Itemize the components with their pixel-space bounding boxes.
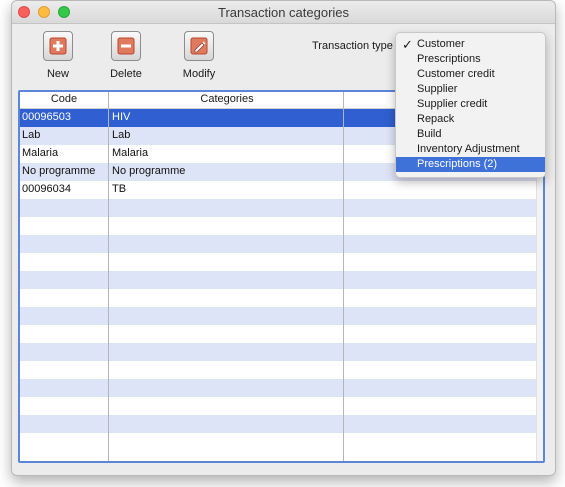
table-row[interactable] — [20, 217, 543, 235]
menu-item[interactable]: Prescriptions (2) — [396, 157, 545, 172]
table-row[interactable] — [20, 271, 543, 289]
modify-button-box[interactable] — [184, 31, 214, 61]
new-button-label: New — [46, 68, 69, 80]
code-cell: 00096503 — [22, 111, 71, 123]
plus-icon — [49, 37, 67, 55]
title-bar[interactable]: Transaction categories — [12, 1, 555, 24]
menu-item-label: Inventory Adjustment — [417, 143, 520, 155]
menu-item[interactable]: ✓ Customer — [396, 37, 545, 52]
category-cell: Malaria — [112, 147, 149, 159]
checkmark-icon: ✓ — [402, 37, 413, 52]
table-row[interactable] — [20, 343, 543, 361]
menu-item[interactable]: Prescriptions — [396, 52, 545, 67]
code-cell: 00096034 — [22, 183, 71, 195]
menu-item-label: Customer — [417, 38, 465, 50]
delete-button-box[interactable] — [111, 31, 141, 61]
category-cell: No programme — [112, 165, 186, 177]
new-button[interactable]: New — [28, 31, 88, 80]
menu-item[interactable]: Build — [396, 127, 545, 142]
table-row[interactable]: 00096034 TB — [20, 181, 543, 199]
table-row[interactable] — [20, 433, 543, 451]
modify-button-label: Modify — [182, 68, 216, 80]
menu-item[interactable]: Customer credit — [396, 67, 545, 82]
menu-item-label: Supplier — [417, 83, 458, 95]
column-divider — [343, 92, 344, 461]
menu-item[interactable]: Repack — [396, 112, 545, 127]
table-row[interactable] — [20, 325, 543, 343]
table-row[interactable] — [20, 307, 543, 325]
pencil-icon — [190, 37, 208, 55]
menu-item-label: Build — [417, 128, 442, 140]
column-header-categories[interactable]: Categories — [110, 93, 344, 105]
menu-item[interactable]: Inventory Adjustment — [396, 142, 545, 157]
delete-button-label: Delete — [110, 68, 142, 80]
minus-icon — [117, 37, 135, 55]
code-cell: Lab — [22, 129, 41, 141]
delete-button[interactable]: Delete — [96, 31, 156, 80]
menu-item[interactable]: Supplier credit — [396, 97, 545, 112]
table-row[interactable] — [20, 379, 543, 397]
table-row[interactable] — [20, 289, 543, 307]
table-row[interactable] — [20, 361, 543, 379]
menu-item-label: Repack — [417, 113, 455, 125]
table-row[interactable] — [20, 397, 543, 415]
category-cell: Lab — [112, 129, 131, 141]
transaction-type-menu[interactable]: ✓ Customer Prescriptions Customer credit Sup… — [395, 32, 546, 178]
modify-button[interactable]: Modify — [169, 31, 229, 80]
menu-item-label: Prescriptions — [417, 53, 481, 65]
table-row[interactable] — [20, 235, 543, 253]
menu-item-label: Prescriptions (2) — [417, 158, 498, 170]
menu-item[interactable]: Supplier — [396, 82, 545, 97]
window-title: Transaction categories — [217, 5, 350, 20]
table-row[interactable] — [20, 415, 543, 433]
code-cell: Malaria — [22, 147, 59, 159]
menu-item-label: Customer credit — [417, 68, 495, 80]
column-divider — [108, 92, 109, 461]
new-button-box[interactable] — [43, 31, 73, 61]
column-header-code[interactable]: Code — [20, 93, 108, 105]
category-cell: TB — [112, 183, 127, 195]
table-row[interactable] — [20, 253, 543, 271]
table-row[interactable] — [20, 199, 543, 217]
category-cell: HIV — [112, 111, 131, 123]
code-cell: No programme — [22, 165, 96, 177]
transaction-type-label: Transaction type — [312, 40, 393, 52]
menu-item-label: Supplier credit — [417, 98, 488, 110]
